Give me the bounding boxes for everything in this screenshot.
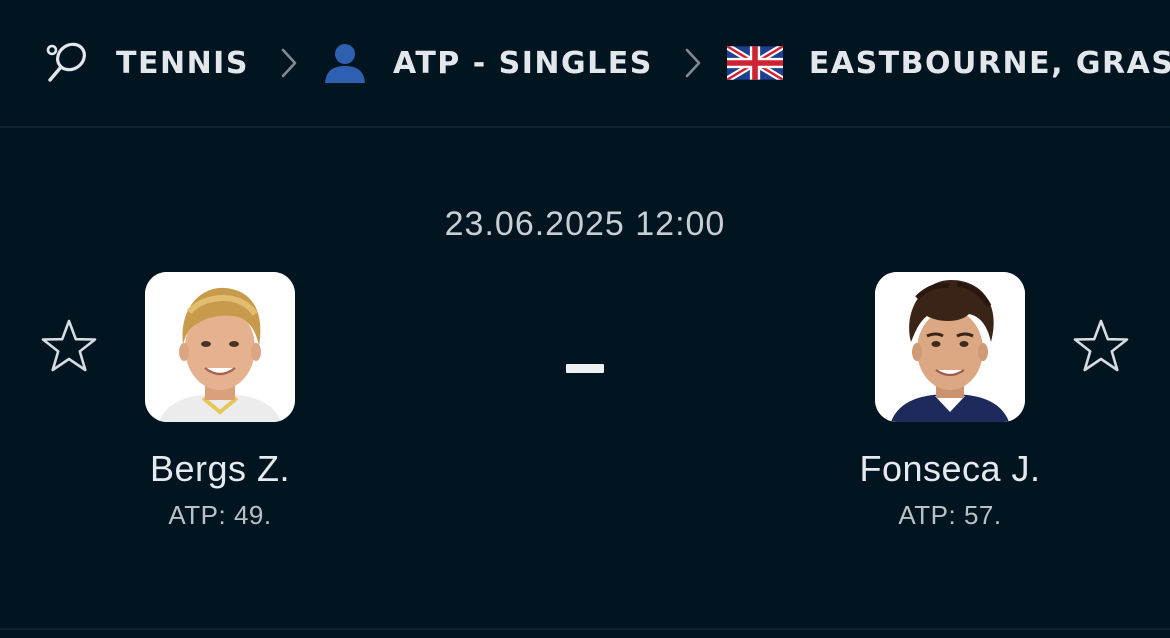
home-player-avatar xyxy=(145,272,295,422)
breadcrumb-label-tennis: TENNIS xyxy=(116,45,249,81)
breadcrumb-item-atp-singles[interactable]: ATP - SINGLES xyxy=(323,42,653,84)
chevron-right-icon xyxy=(683,47,703,79)
breadcrumb-label-atp-singles: ATP - SINGLES xyxy=(392,45,653,81)
away-player-avatar xyxy=(875,272,1025,422)
home-player-rank: ATP: 49. xyxy=(168,500,272,530)
favorite-away-button[interactable] xyxy=(1072,318,1130,376)
tennis-racket-icon xyxy=(44,41,90,85)
match-detail-page: TENNIS ATP - SINGLES EASTBOURNE, GRAS 23… xyxy=(0,0,1170,638)
person-icon xyxy=(323,42,367,84)
away-player-name: Fonseca J. xyxy=(859,448,1041,489)
match-datetime: 23.06.2025 12:00 xyxy=(444,205,726,243)
home-player[interactable]: Bergs Z. ATP: 49. xyxy=(70,272,370,531)
breadcrumb-item-eastbourne[interactable]: EASTBOURNE, GRAS xyxy=(726,45,1170,81)
score-separator xyxy=(566,364,604,373)
away-player-rank: ATP: 57. xyxy=(898,500,1002,530)
breadcrumb: TENNIS ATP - SINGLES EASTBOURNE, GRAS xyxy=(0,0,1170,128)
home-player-name: Bergs Z. xyxy=(149,448,291,489)
chevron-right-icon xyxy=(279,47,299,79)
breadcrumb-label-eastbourne: EASTBOURNE, GRAS xyxy=(808,45,1170,81)
divider xyxy=(0,628,1170,630)
star-outline-icon xyxy=(1073,319,1129,372)
uk-flag-icon xyxy=(726,45,783,81)
away-player[interactable]: Fonseca J. ATP: 57. xyxy=(800,272,1100,531)
breadcrumb-item-tennis[interactable]: TENNIS xyxy=(44,41,249,85)
